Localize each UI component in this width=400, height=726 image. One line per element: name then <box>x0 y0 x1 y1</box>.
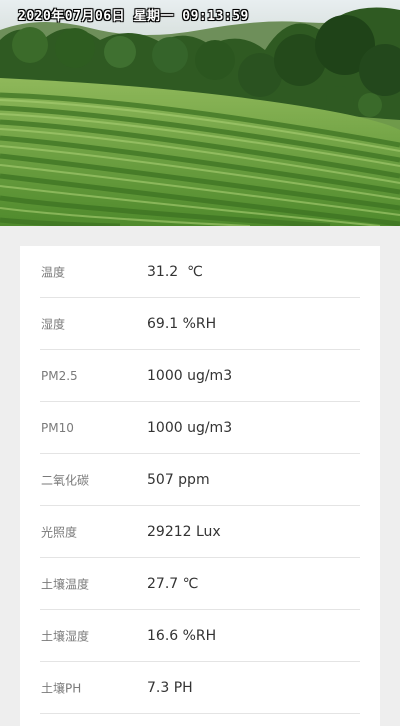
reading-value: 31.2 ℃ <box>147 263 203 280</box>
reading-row-pm25: PM2.5 1000 ug/m3 <box>40 350 360 402</box>
tea-plantation-image <box>0 0 400 226</box>
reading-row-temperature: 温度 31.2 ℃ <box>40 246 360 298</box>
reading-value: 29212 Lux <box>147 523 221 540</box>
reading-value: 69.1 %RH <box>147 315 217 332</box>
reading-row-soil-humidity: 土壤湿度 16.6 %RH <box>40 610 360 662</box>
reading-row-co2: 二氧化碳 507 ppm <box>40 454 360 506</box>
reading-value: 1000 ug/m3 <box>147 419 233 436</box>
reading-row-illuminance: 光照度 29212 Lux <box>40 506 360 558</box>
sensor-readings-card: 温度 31.2 ℃ 湿度 69.1 %RH PM2.5 1000 ug/m3 P… <box>20 246 380 726</box>
reading-value: 507 ppm <box>147 471 210 488</box>
reading-label: 土壤PH <box>41 681 82 695</box>
reading-value: 7.3 PH <box>147 679 193 696</box>
reading-value: 1000 ug/m3 <box>147 367 233 384</box>
reading-label: 二氧化碳 <box>41 473 90 487</box>
reading-label: 湿度 <box>41 317 66 331</box>
reading-label: PM2.5 <box>41 368 78 383</box>
reading-label: 光照度 <box>41 525 78 539</box>
reading-label: 温度 <box>41 265 66 279</box>
reading-label: 土壤湿度 <box>41 629 90 643</box>
reading-value: 16.6 %RH <box>147 627 217 644</box>
reading-label: PM10 <box>41 420 74 435</box>
reading-row-soil-temperature: 土壤温度 27.7 ℃ <box>40 558 360 610</box>
reading-label: 土壤温度 <box>41 577 90 591</box>
camera-timestamp: 2020年07月06日 星期一 09:13:59 <box>18 9 249 24</box>
reading-row-pm10: PM10 1000 ug/m3 <box>40 402 360 454</box>
reading-value: 27.7 ℃ <box>147 575 199 592</box>
reading-row-humidity: 湿度 69.1 %RH <box>40 298 360 350</box>
camera-feed[interactable]: 2020年07月06日 星期一 09:13:59 <box>0 0 400 226</box>
reading-row-soil-ph: 土壤PH 7.3 PH <box>40 662 360 714</box>
